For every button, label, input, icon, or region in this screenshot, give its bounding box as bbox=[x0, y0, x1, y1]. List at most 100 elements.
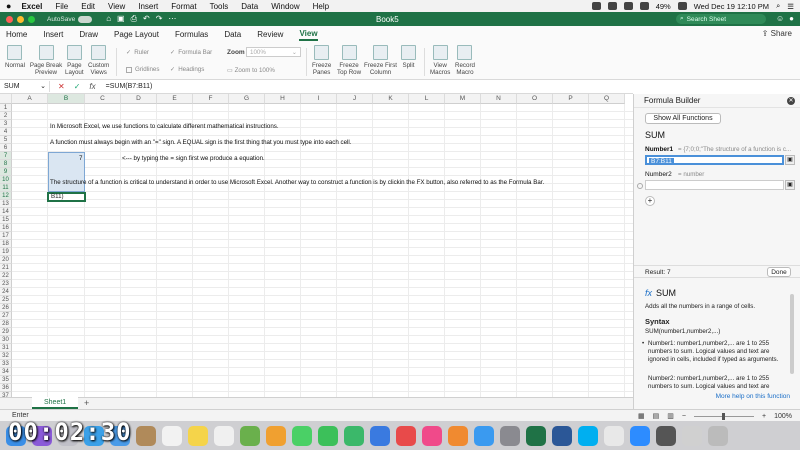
sheet-tab-sheet1[interactable]: Sheet1 bbox=[32, 397, 79, 409]
enter-icon[interactable]: ✓ bbox=[74, 82, 81, 91]
collapse-dialog-icon[interactable]: ▣ bbox=[785, 180, 795, 190]
page-break-view-icon[interactable]: ▥ bbox=[667, 412, 674, 420]
ibooks-icon[interactable] bbox=[448, 425, 468, 446]
number1-input[interactable]: B7:B11 bbox=[645, 155, 784, 165]
cell-b3[interactable]: In Microsoft Excel, we use functions to … bbox=[50, 123, 279, 130]
messages-icon[interactable] bbox=[292, 425, 312, 446]
number2-input[interactable] bbox=[645, 180, 784, 190]
excel-icon[interactable] bbox=[526, 425, 546, 446]
formula-bar-checkbox[interactable]: ✓ Formula Bar bbox=[170, 49, 212, 56]
row-header-13[interactable]: 13 bbox=[0, 200, 12, 208]
more-help-link[interactable]: More help on this function bbox=[716, 393, 790, 400]
freeze-panes-button[interactable]: Freeze Panes bbox=[312, 45, 331, 76]
ruler-checkbox[interactable]: ✓ Ruler bbox=[126, 49, 149, 56]
reminders-icon[interactable] bbox=[214, 425, 234, 446]
smiley-icon[interactable]: ☺ bbox=[776, 14, 784, 23]
collapse-dialog-icon[interactable]: ▣ bbox=[785, 155, 795, 165]
column-header-n[interactable]: N bbox=[481, 94, 517, 104]
page-break-preview-button[interactable]: Page Break Preview bbox=[30, 45, 62, 76]
show-all-functions-button[interactable]: Show All Functions bbox=[645, 113, 721, 124]
menu-view[interactable]: View bbox=[108, 2, 125, 11]
page-layout-view-button[interactable]: Page Layout bbox=[65, 45, 84, 76]
row-header-15[interactable]: 15 bbox=[0, 216, 12, 224]
battery-icon[interactable] bbox=[677, 2, 687, 10]
row-header-12[interactable]: 12 bbox=[0, 192, 12, 200]
minimize-window-icon[interactable] bbox=[17, 15, 24, 23]
menu-edit[interactable]: Edit bbox=[81, 2, 95, 11]
cancel-icon[interactable]: ✕ bbox=[58, 82, 65, 91]
column-header-q[interactable]: Q bbox=[589, 94, 625, 104]
notes-icon[interactable] bbox=[188, 425, 208, 446]
row-header-30[interactable]: 30 bbox=[0, 336, 12, 344]
row-header-26[interactable]: 26 bbox=[0, 304, 12, 312]
calendar-icon[interactable] bbox=[162, 425, 182, 446]
split-button[interactable]: Split bbox=[401, 45, 416, 69]
apple-menu-icon[interactable]: ● bbox=[6, 1, 11, 11]
news-icon[interactable] bbox=[396, 425, 416, 446]
zoom-in-icon[interactable]: + bbox=[762, 413, 766, 420]
zoom-slider[interactable] bbox=[694, 412, 754, 420]
column-header-l[interactable]: L bbox=[409, 94, 445, 104]
status-icon-1[interactable] bbox=[591, 2, 601, 10]
row-header-29[interactable]: 29 bbox=[0, 328, 12, 336]
done-button[interactable]: Done bbox=[767, 267, 791, 277]
column-header-f[interactable]: F bbox=[193, 94, 229, 104]
cell-c7[interactable]: <--- by typing the = sign first we produ… bbox=[122, 155, 265, 162]
tab-data[interactable]: Data bbox=[224, 30, 241, 40]
row-header-4[interactable]: 4 bbox=[0, 128, 12, 136]
more-icon[interactable]: ⋯ bbox=[168, 14, 176, 24]
row-header-20[interactable]: 20 bbox=[0, 256, 12, 264]
autosave-toggle[interactable] bbox=[78, 15, 93, 23]
column-header-i[interactable]: I bbox=[301, 94, 337, 104]
row-header-10[interactable]: 10 bbox=[0, 176, 12, 184]
appstore-icon[interactable] bbox=[474, 425, 494, 446]
worksheet-grid[interactable]: ABCDEFGHIJKLMNOPQ 1 2 3 4 5 6 7 8 9 10 11 12 13 14 15 1… bbox=[0, 94, 633, 397]
row-header-36[interactable]: 36 bbox=[0, 384, 12, 392]
record-macro-button[interactable]: Record Macro bbox=[455, 45, 475, 76]
photos-icon[interactable] bbox=[266, 425, 286, 446]
tab-formulas[interactable]: Formulas bbox=[175, 30, 208, 40]
row-header-14[interactable]: 14 bbox=[0, 208, 12, 216]
row-header-35[interactable]: 35 bbox=[0, 376, 12, 384]
freeze-first-column-button[interactable]: Freeze First Column bbox=[364, 45, 397, 76]
numbers-icon[interactable] bbox=[344, 425, 364, 446]
search-sheet-field[interactable]: ⌕ Search Sheet bbox=[676, 14, 766, 24]
row-header-9[interactable]: 9 bbox=[0, 168, 12, 176]
column-header-k[interactable]: K bbox=[373, 94, 409, 104]
wifi-icon[interactable] bbox=[639, 2, 649, 10]
column-header-j[interactable]: J bbox=[337, 94, 373, 104]
zoom-out-icon[interactable]: − bbox=[682, 413, 686, 420]
row-header-18[interactable]: 18 bbox=[0, 240, 12, 248]
column-header-h[interactable]: H bbox=[265, 94, 301, 104]
row-header-5[interactable]: 5 bbox=[0, 136, 12, 144]
menu-data[interactable]: Data bbox=[241, 2, 258, 11]
maps-icon[interactable] bbox=[240, 425, 260, 446]
close-icon[interactable]: ✕ bbox=[787, 97, 795, 105]
row-header-11[interactable]: 11 bbox=[0, 184, 12, 192]
status-icon-3[interactable] bbox=[623, 2, 633, 10]
print-icon[interactable]: ⎙ bbox=[131, 14, 137, 24]
name-box[interactable]: SUM ⌄ bbox=[0, 81, 50, 92]
undo-icon[interactable]: ↶ bbox=[143, 14, 150, 24]
tab-view[interactable]: View bbox=[299, 29, 318, 41]
menu-list-icon[interactable]: ☰ bbox=[787, 2, 794, 11]
word-icon[interactable] bbox=[552, 425, 572, 446]
column-header-d[interactable]: D bbox=[121, 94, 157, 104]
itunes-icon[interactable] bbox=[422, 425, 442, 446]
custom-views-button[interactable]: Custom Views bbox=[88, 45, 109, 76]
row-header-22[interactable]: 22 bbox=[0, 272, 12, 280]
normal-view-icon[interactable]: ▦ bbox=[638, 412, 645, 420]
column-header-o[interactable]: O bbox=[517, 94, 553, 104]
tab-home[interactable]: Home bbox=[6, 30, 27, 40]
row-header-21[interactable]: 21 bbox=[0, 264, 12, 272]
column-header-g[interactable]: G bbox=[229, 94, 265, 104]
column-header-m[interactable]: M bbox=[445, 94, 481, 104]
remove-argument-icon[interactable] bbox=[637, 183, 643, 189]
trash-icon[interactable] bbox=[708, 425, 728, 446]
view-macros-button[interactable]: View Macros bbox=[430, 45, 450, 76]
row-header-32[interactable]: 32 bbox=[0, 352, 12, 360]
account-icon[interactable]: ● bbox=[789, 14, 794, 23]
zoom-icon[interactable] bbox=[630, 425, 650, 446]
column-header-p[interactable]: P bbox=[553, 94, 589, 104]
column-header-e[interactable]: E bbox=[157, 94, 193, 104]
